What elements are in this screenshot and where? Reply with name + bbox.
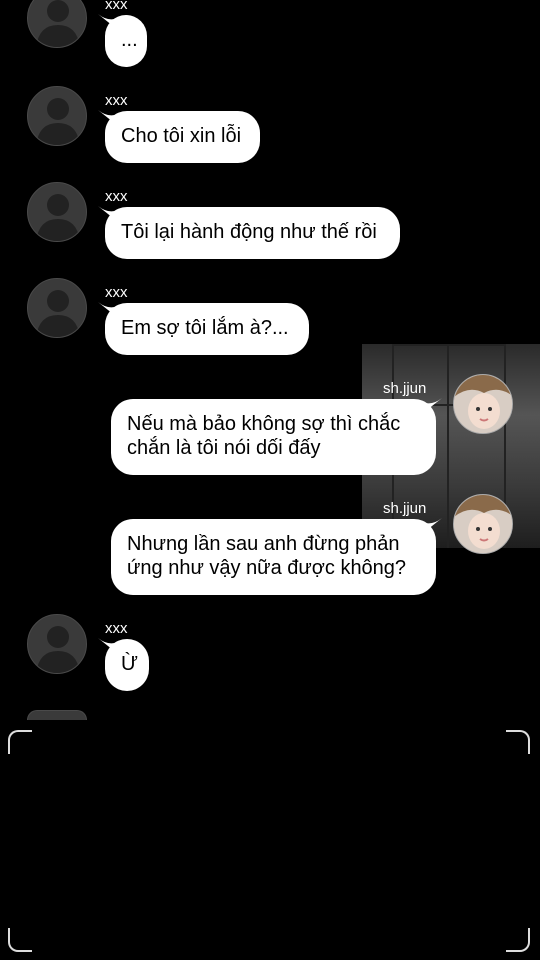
avatar[interactable] — [27, 182, 87, 242]
message-bubble: Ừ — [105, 639, 149, 691]
frame-corner — [506, 730, 530, 754]
avatar[interactable] — [453, 494, 513, 554]
message-bubble: ... — [105, 15, 147, 67]
profile-photo — [454, 495, 512, 553]
avatar[interactable] — [27, 0, 87, 48]
sender-name: xxx — [105, 620, 128, 637]
message-row: xxx ... — [0, 0, 540, 70]
frame-corner — [506, 928, 530, 952]
avatar[interactable] — [27, 86, 87, 146]
person-silhouette-icon — [36, 194, 80, 241]
message-bubble: Nếu mà bảo không sợ thì chắc chắn là tôi… — [111, 399, 436, 475]
message-bubble: Cho tôi xin lỗi — [105, 111, 260, 163]
person-silhouette-icon — [36, 290, 80, 337]
sender-name: sh.jjun — [383, 380, 427, 397]
frame-corner — [8, 928, 32, 952]
avatar[interactable] — [27, 278, 87, 338]
sender-name: xxx — [105, 0, 128, 13]
frame-corner — [8, 730, 32, 754]
avatar[interactable] — [27, 614, 87, 674]
avatar[interactable] — [453, 374, 513, 434]
profile-photo — [454, 375, 512, 433]
person-silhouette-icon — [36, 0, 80, 47]
message-bubble: Nhưng lần sau anh đừng phản ứng như vậy … — [111, 519, 436, 595]
sender-name: xxx — [105, 284, 128, 301]
message-bubble: Em sợ tôi lắm à?... — [105, 303, 309, 355]
person-silhouette-icon — [36, 98, 80, 145]
sender-name: sh.jjun — [383, 500, 427, 517]
person-silhouette-icon — [36, 626, 80, 673]
sender-name: xxx — [105, 188, 128, 205]
sender-name: xxx — [105, 92, 128, 109]
message-bubble: Tôi lại hành động như thế rồi — [105, 207, 400, 259]
avatar-partial — [27, 710, 87, 720]
